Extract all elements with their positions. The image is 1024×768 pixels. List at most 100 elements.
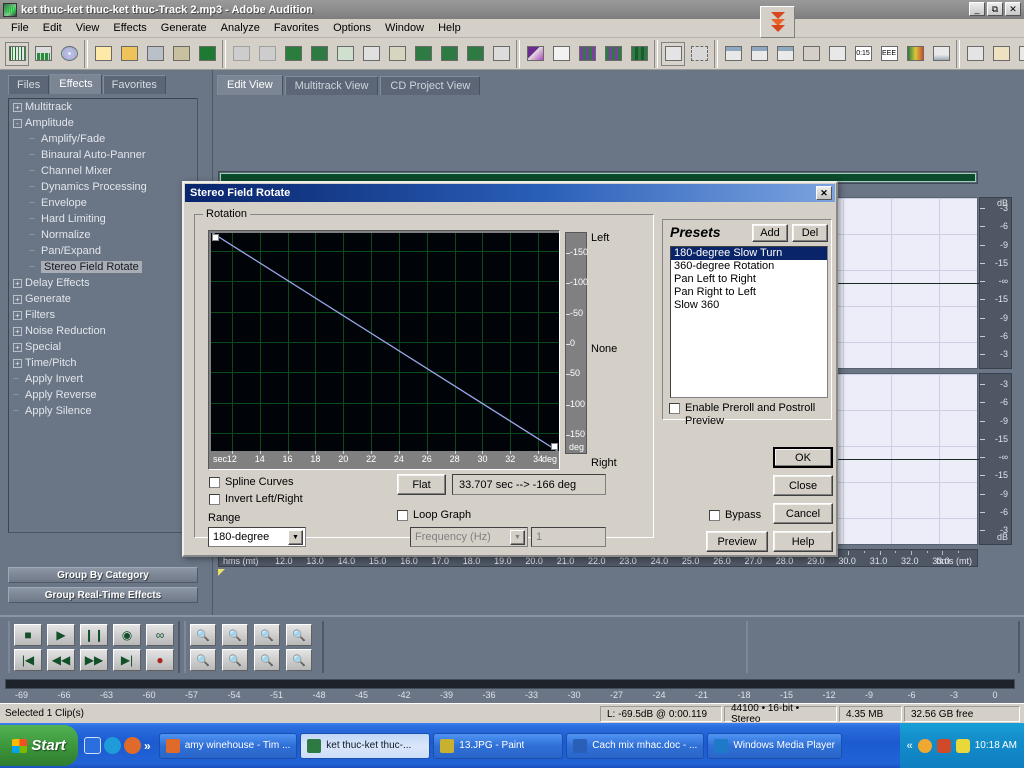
save-as-button[interactable] bbox=[169, 41, 193, 66]
spectral-frequency-button[interactable] bbox=[575, 41, 599, 66]
time-panel-button[interactable]: 0:15 bbox=[851, 41, 875, 66]
close-button[interactable]: ✕ bbox=[1005, 2, 1021, 16]
paste-button[interactable] bbox=[385, 41, 409, 66]
tray-icon-3[interactable] bbox=[955, 738, 970, 753]
tree-item-dynamics-processing[interactable]: ┄ Dynamics Processing bbox=[9, 179, 197, 195]
favorites-button[interactable] bbox=[989, 41, 1013, 66]
window-organizer-button[interactable] bbox=[721, 41, 745, 66]
flat-button[interactable]: Flat bbox=[397, 474, 446, 495]
tree-item-binaural-auto-panner[interactable]: ┄ Binaural Auto-Panner bbox=[9, 147, 197, 163]
tree-item-normalize[interactable]: ┄ Normalize bbox=[9, 227, 197, 243]
tray-icon-1[interactable] bbox=[917, 738, 932, 753]
group-realtime-effects-button[interactable]: Group Real-Time Effects bbox=[8, 587, 198, 603]
tree-item-special[interactable]: + Special bbox=[9, 339, 197, 355]
save-button[interactable] bbox=[143, 41, 167, 66]
range-select[interactable]: 180-degree ▼ bbox=[208, 527, 306, 547]
panel-tab-effects[interactable]: Effects bbox=[50, 74, 102, 94]
firefox-icon[interactable] bbox=[124, 737, 141, 754]
dialog-close-button[interactable]: ✕ bbox=[816, 186, 832, 200]
spectral-phase-button[interactable] bbox=[627, 41, 651, 66]
menu-item-edit[interactable]: Edit bbox=[36, 20, 69, 36]
cd-project-view-button[interactable] bbox=[57, 41, 81, 66]
minimize-button[interactable]: _ bbox=[969, 2, 985, 16]
tree-item-apply-reverse[interactable]: ┄ Apply Reverse bbox=[9, 387, 197, 403]
expand-icon[interactable]: + bbox=[13, 278, 22, 288]
help-button[interactable]: Help bbox=[773, 531, 833, 552]
cancel-button[interactable]: Cancel bbox=[773, 503, 833, 524]
play-button[interactable]: ▶ bbox=[47, 624, 75, 646]
spline-curves-row[interactable]: Spline Curves bbox=[209, 476, 293, 488]
expand-icon[interactable]: + bbox=[13, 310, 22, 320]
spline-curves-checkbox[interactable] bbox=[209, 476, 220, 488]
preset-item[interactable]: Pan Left to Right bbox=[671, 273, 827, 286]
preset-item[interactable]: Slow 360 bbox=[671, 299, 827, 312]
loop-graph-checkbox[interactable] bbox=[397, 509, 408, 521]
view-tab-edit-view[interactable]: Edit View bbox=[217, 75, 283, 95]
close-button-dialog[interactable]: Close bbox=[773, 475, 833, 496]
bypass-checkbox[interactable] bbox=[709, 509, 720, 521]
tree-item-channel-mixer[interactable]: ┄ Channel Mixer bbox=[9, 163, 197, 179]
menu-item-help[interactable]: Help bbox=[431, 20, 468, 36]
edit-view-button[interactable] bbox=[5, 41, 29, 66]
preset-item[interactable]: 360-degree Rotation bbox=[671, 260, 827, 273]
level-meters-button[interactable] bbox=[903, 41, 927, 66]
tree-item-delay-effects[interactable]: + Delay Effects bbox=[9, 275, 197, 291]
tree-item-filters[interactable]: + Filters bbox=[9, 307, 197, 323]
menu-item-options[interactable]: Options bbox=[326, 20, 378, 36]
redo-button[interactable] bbox=[255, 41, 279, 66]
rotation-graph[interactable]: sec 12 14 16 18 20 22 24 26 28 30 32 34 deg bbox=[208, 230, 560, 470]
copy-button[interactable] bbox=[333, 41, 357, 66]
spectral-pan-button[interactable] bbox=[601, 41, 625, 66]
tree-item-stereo-field-rotate[interactable]: ┄ Stereo Field Rotate bbox=[9, 259, 197, 275]
ok-button[interactable]: OK bbox=[773, 447, 833, 468]
effects-tree[interactable]: + Multitrack - Amplitude ┄ Amplify/Fade ┄ Binau… bbox=[8, 98, 198, 533]
restore-button[interactable]: ⧉ bbox=[987, 2, 1003, 16]
expand-icon[interactable]: + bbox=[13, 326, 22, 336]
taskbar-item[interactable]: amy winehouse - Tim ... bbox=[158, 732, 298, 759]
ie-icon[interactable] bbox=[84, 737, 101, 754]
panel-tab-favorites[interactable]: Favorites bbox=[102, 75, 166, 94]
taskbar-item[interactable]: Cach mix mhac.doc - ... bbox=[566, 732, 705, 759]
tree-item-amplitude[interactable]: - Amplitude bbox=[9, 115, 197, 131]
cut-button[interactable] bbox=[359, 41, 383, 66]
undo-button[interactable] bbox=[229, 41, 253, 66]
level-meters[interactable]: -69 -66 -63 -60 -57 -54 -51 -48 -45 -42 -39 -36 -33-… bbox=[0, 675, 1024, 703]
mix-paste-button[interactable] bbox=[411, 41, 435, 66]
expand-icon[interactable]: + bbox=[13, 342, 22, 352]
transport-panel-button[interactable] bbox=[799, 41, 823, 66]
menu-item-view[interactable]: View bbox=[69, 20, 107, 36]
fast-forward-button[interactable]: ▶▶ bbox=[80, 649, 108, 671]
go-to-beginning-button[interactable]: |◀ bbox=[14, 649, 42, 671]
frequency-value-input[interactable]: 1 bbox=[531, 527, 606, 547]
loop-graph-row[interactable]: Loop Graph bbox=[397, 509, 471, 521]
panel-tab-files[interactable]: Files bbox=[8, 75, 50, 94]
tray-expand-chevron-icon[interactable]: « bbox=[907, 740, 913, 752]
tree-item-time-pitch[interactable]: + Time/Pitch bbox=[9, 355, 197, 371]
scripts-button[interactable] bbox=[963, 41, 987, 66]
convert-sample-type-button[interactable] bbox=[489, 41, 513, 66]
placeholder-panel-button[interactable] bbox=[929, 41, 953, 66]
floating-transport-toolbar[interactable] bbox=[760, 6, 795, 38]
record-button[interactable]: ● bbox=[146, 649, 174, 671]
envelope-handle-start[interactable] bbox=[212, 234, 219, 241]
zoom-in-horizontal-button[interactable]: 🔍 bbox=[190, 624, 216, 646]
enable-preroll-row[interactable]: Enable Preroll and Postroll Preview bbox=[669, 402, 824, 428]
selection-view-panel-button[interactable]: EEE bbox=[877, 41, 901, 66]
go-to-end-button[interactable]: ▶| bbox=[113, 649, 141, 671]
zoom-in-vertical-button[interactable]: 🔍 bbox=[254, 649, 280, 671]
effects-panel-button[interactable] bbox=[773, 41, 797, 66]
delete-silence-button[interactable] bbox=[463, 41, 487, 66]
save-all-button[interactable] bbox=[195, 41, 219, 66]
taskbar-item[interactable]: ket thuc-ket thuc-... bbox=[300, 732, 431, 759]
stop-button[interactable]: ■ bbox=[14, 624, 42, 646]
tree-item-apply-silence[interactable]: ┄ Apply Silence bbox=[9, 403, 197, 419]
zoom-out-vertical-button[interactable]: 🔍 bbox=[286, 649, 312, 671]
loop-button[interactable]: ∞ bbox=[146, 624, 174, 646]
collapse-icon[interactable]: - bbox=[13, 118, 22, 128]
tree-item-generate[interactable]: + Generate bbox=[9, 291, 197, 307]
chevron-down-icon-frequency[interactable]: ▼ bbox=[510, 530, 525, 545]
frequency-select[interactable]: Frequency (Hz) ▼ bbox=[410, 527, 528, 547]
zoom-panel-button[interactable] bbox=[825, 41, 849, 66]
menu-item-file[interactable]: File bbox=[4, 20, 36, 36]
zoom-in-left-edge-button[interactable]: 🔍 bbox=[190, 649, 216, 671]
